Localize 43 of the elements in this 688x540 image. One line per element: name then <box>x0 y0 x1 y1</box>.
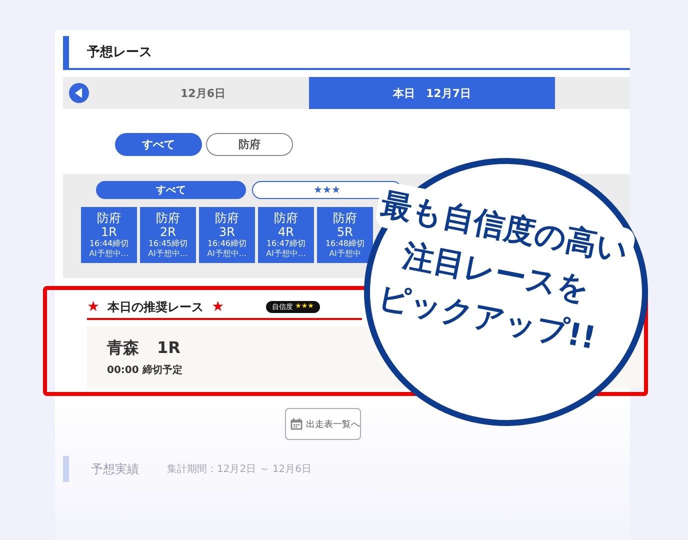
star-mark: ★ <box>87 299 100 315</box>
race-deadline: 16:46締切 <box>207 239 247 249</box>
race-tile[interactable]: 防府 5R 16:48締切 AI予想中 <box>317 207 373 263</box>
venue-filter[interactable]: 防府 <box>206 133 293 156</box>
venue-name: 青森 <box>107 338 139 359</box>
race-number: 1R <box>157 338 180 359</box>
race-status: AI予想中… <box>266 249 306 259</box>
race-status: AI予想中… <box>207 249 247 259</box>
section-bar <box>63 456 69 482</box>
race-deadline: 16:48締切 <box>325 239 365 249</box>
race-venue: 防府 <box>97 211 121 225</box>
date-tab[interactable]: 本日 12月7日 <box>309 77 555 109</box>
results-title: 予想実績 <box>91 460 139 478</box>
deadline-text: 00:00 締切予定 <box>107 363 184 377</box>
race-deadline: 16:44締切 <box>89 239 129 249</box>
race-number: 5R <box>337 225 353 239</box>
race-number: 3R <box>219 225 235 239</box>
venue-filter[interactable]: すべて <box>115 133 202 156</box>
race-tile[interactable]: 防府 3R 16:46締切 AI予想中… <box>199 207 255 263</box>
calendar-icon <box>290 417 303 431</box>
previous-icon[interactable] <box>69 83 89 103</box>
star-mark: ★ <box>212 299 224 315</box>
grade-filter[interactable]: すべて <box>96 181 246 199</box>
race-deadline: 16:47締切 <box>266 239 306 249</box>
race-status: AI予想中… <box>148 249 188 259</box>
race-tile[interactable]: 防府 2R 16:45締切 AI予想中… <box>140 207 196 263</box>
race-venue: 防府 <box>215 211 239 225</box>
race-number: 1R <box>101 225 117 239</box>
section-title: 予想レース <box>87 44 152 61</box>
recommended-title: 本日の推奨レース <box>108 298 204 316</box>
race-tile[interactable]: 防府 1R 16:44締切 AI予想中… <box>81 207 137 263</box>
results-period: 集計期間：12月2日 ～ 12月6日 <box>167 462 312 476</box>
race-number: 2R <box>160 225 176 239</box>
race-venue: 防府 <box>274 211 298 225</box>
date-tab[interactable]: 12月6日 <box>97 77 309 109</box>
race-number: 4R <box>278 225 294 239</box>
race-tile[interactable]: 防府 4R 16:47締切 AI予想中… <box>258 207 314 263</box>
race-deadline: 16:45締切 <box>148 239 188 249</box>
race-status: AI予想中… <box>89 249 129 259</box>
race-venue: 防府 <box>333 211 357 225</box>
race-venue: 防府 <box>156 211 180 225</box>
race-list-button[interactable]: 出走表一覧へ <box>285 408 361 440</box>
race-status: AI予想中 <box>329 249 361 259</box>
